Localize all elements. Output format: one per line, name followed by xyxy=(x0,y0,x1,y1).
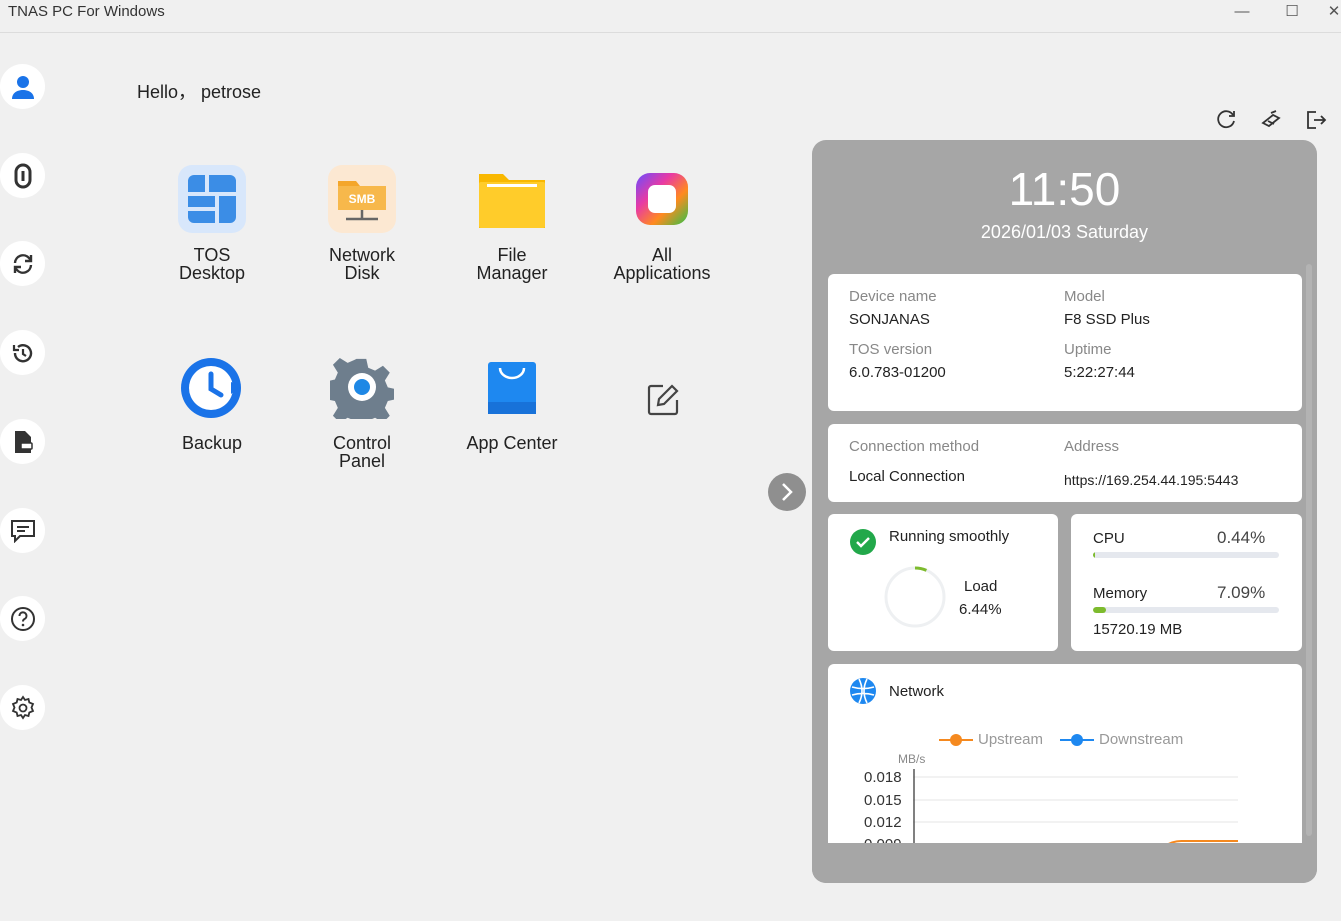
help-icon xyxy=(10,606,35,631)
chain-link-icon xyxy=(14,163,31,188)
model-label: Model xyxy=(1064,288,1105,305)
connection-method-value: Local Connection xyxy=(849,468,965,485)
load-value: 6.44% xyxy=(959,601,1002,618)
all-apps-icon xyxy=(627,164,697,234)
app-tos-desktop[interactable]: TOS Desktop xyxy=(147,164,277,282)
shopping-bag-icon xyxy=(477,352,547,422)
title-bar: TNAS PC For Windows — ☐ ✕ xyxy=(0,0,1341,33)
legend-upstream[interactable]: Upstream xyxy=(978,731,1043,748)
network-title: Network xyxy=(889,683,945,700)
next-page-button[interactable] xyxy=(768,473,806,511)
logout-button[interactable] xyxy=(1304,108,1328,132)
sidebar-item-account[interactable] xyxy=(0,64,45,109)
app-file-manager[interactable]: File Manager xyxy=(447,164,577,282)
load-gauge xyxy=(884,566,946,628)
load-label: Load xyxy=(964,578,998,595)
memory-label: Memory xyxy=(1093,585,1148,602)
app-label: TOS Desktop xyxy=(178,245,246,283)
address-value[interactable]: https://169.254.44.195:5443 xyxy=(1064,472,1238,488)
legend-downstream[interactable]: Downstream xyxy=(1099,731,1183,748)
connection-method-label: Connection method xyxy=(849,438,980,455)
folder-icon xyxy=(477,164,547,234)
edit-icon xyxy=(647,384,679,416)
status-text: Running smoothly xyxy=(889,528,1010,545)
memory-total: 15720.19 MB xyxy=(1093,621,1183,638)
backup-clock-icon xyxy=(177,352,247,422)
broom-icon xyxy=(1261,110,1281,128)
legend-downstream-icon xyxy=(1060,734,1094,746)
maximize-button[interactable]: ☐ xyxy=(1282,2,1302,22)
chevron-right-icon xyxy=(782,483,793,501)
edit-apps-button[interactable] xyxy=(644,381,682,419)
app-label: Network Disk xyxy=(328,245,395,283)
tos-desktop-icon xyxy=(177,164,247,234)
sidebar-item-link[interactable] xyxy=(0,153,45,198)
app-network-disk[interactable]: SMB Network Disk xyxy=(297,164,427,282)
network-card: Network Upstream Downstream MB/s 0.018 0… xyxy=(828,664,1302,864)
y-tick: 0.018 xyxy=(864,769,902,786)
gear-icon xyxy=(327,352,397,422)
check-circle-icon xyxy=(850,529,876,555)
app-app-center[interactable]: App Center xyxy=(447,352,577,452)
history-icon xyxy=(12,343,32,362)
clean-button[interactable] xyxy=(1259,108,1283,132)
clock-time: 11:50 xyxy=(1008,163,1121,215)
address-label: Address xyxy=(1064,438,1120,455)
memory-bar xyxy=(1093,607,1279,613)
sync-icon xyxy=(13,253,32,274)
y-tick: 0.012 xyxy=(864,814,902,831)
cpu-value: 0.44% xyxy=(1217,528,1266,547)
logout-icon xyxy=(1307,111,1327,129)
refresh-button[interactable] xyxy=(1214,108,1238,132)
sidebar-item-backup[interactable] xyxy=(0,330,45,375)
tos-version-value: 6.0.783-01200 xyxy=(849,364,946,381)
device-name-value: SONJANAS xyxy=(849,311,930,328)
smb-badge: SMB xyxy=(349,192,376,206)
document-icon xyxy=(14,430,33,453)
cpu-bar-fill xyxy=(1093,552,1095,558)
y-tick: 0.015 xyxy=(864,792,902,809)
device-name-label: Device name xyxy=(849,288,937,305)
connection-card: Connection method Local Connection Addre… xyxy=(828,424,1302,502)
user-icon xyxy=(11,75,34,99)
message-icon xyxy=(10,519,35,543)
greeting-text: Hello， petrose xyxy=(137,82,262,102)
legend-upstream-icon xyxy=(939,734,973,746)
model-value: F8 SSD Plus xyxy=(1064,311,1150,328)
device-info-card: Device name SONJANAS Model F8 SSD Plus T… xyxy=(828,274,1302,411)
window-title: TNAS PC For Windows xyxy=(8,3,165,20)
app-label: Backup xyxy=(181,433,243,453)
panel-footer xyxy=(812,843,1317,883)
uptime-value: 5:22:27:44 xyxy=(1064,364,1135,381)
resource-usage-card: CPU 0.44% Memory 7.09% 15720.19 MB xyxy=(1071,514,1302,651)
app-label: File Manager xyxy=(476,245,548,283)
system-status-card: Running smoothly Load 6.44% xyxy=(828,514,1058,651)
app-label: All Applications xyxy=(613,245,711,283)
uptime-label: Uptime xyxy=(1064,341,1112,358)
smb-folder-icon: SMB xyxy=(327,164,397,234)
sidebar-item-sync[interactable] xyxy=(0,241,45,286)
sidebar-item-files[interactable] xyxy=(0,419,45,464)
gear-icon xyxy=(11,694,34,720)
clock-date: 2026/01/03 Saturday xyxy=(980,222,1149,242)
app-all-applications[interactable]: All Applications xyxy=(597,164,727,282)
tos-version-label: TOS version xyxy=(849,341,933,358)
app-backup[interactable]: Backup xyxy=(147,352,277,452)
app-label: App Center xyxy=(466,433,558,453)
refresh-icon xyxy=(1217,110,1235,129)
app-control-panel[interactable]: Control Panel xyxy=(297,352,427,470)
status-panel: 11:50 2026/01/03 Saturday Device name SO… xyxy=(812,140,1317,883)
minimize-button[interactable]: — xyxy=(1232,2,1252,22)
sidebar-item-settings[interactable] xyxy=(0,685,45,730)
app-label: Control Panel xyxy=(332,433,392,471)
sidebar-item-help[interactable] xyxy=(0,596,45,641)
memory-value: 7.09% xyxy=(1217,583,1266,602)
close-button[interactable]: ✕ xyxy=(1327,2,1341,22)
panel-scrollbar[interactable] xyxy=(1306,264,1312,836)
sidebar-item-messages[interactable] xyxy=(0,508,45,553)
memory-bar-fill xyxy=(1093,607,1107,613)
globe-icon xyxy=(850,678,876,704)
cpu-label: CPU xyxy=(1093,530,1125,547)
cpu-bar xyxy=(1093,552,1279,558)
